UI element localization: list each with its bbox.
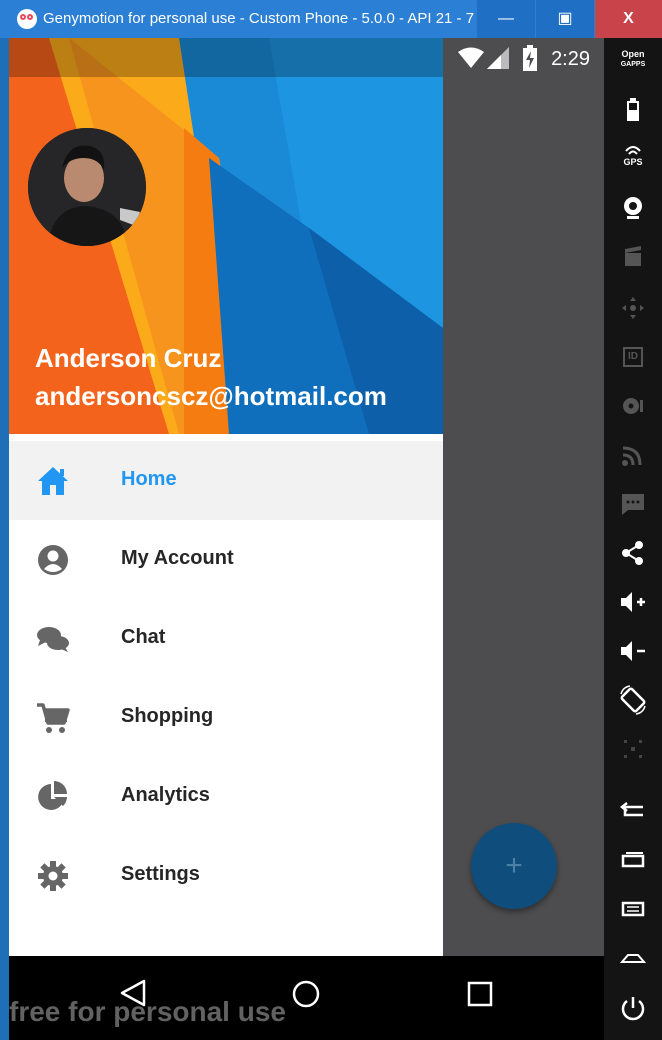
genymotion-toolbar: Open GAPPS GPS ID: [604, 38, 662, 1040]
menu-item-settings[interactable]: Settings: [9, 836, 443, 915]
home-toolbar-icon[interactable]: [613, 938, 653, 978]
menu-item-label: My Account: [121, 547, 234, 569]
webcam-icon[interactable]: [613, 188, 653, 228]
profile-avatar[interactable]: [28, 128, 146, 246]
menu-item-shopping[interactable]: Shopping: [9, 678, 443, 757]
volume-up-icon[interactable]: [613, 582, 653, 622]
gear-icon: [38, 861, 68, 891]
clock: 2:29: [551, 48, 590, 70]
shopping-cart-icon: [37, 703, 70, 733]
battery-charging-icon: [523, 45, 537, 71]
menu-item-home[interactable]: Home: [9, 441, 443, 520]
device-id-icon: ID: [623, 347, 643, 367]
open-gapps-label-top: Open: [621, 49, 645, 59]
share-icon[interactable]: [613, 533, 653, 573]
menu-item-chat[interactable]: Chat: [9, 599, 443, 678]
window-title: Genymotion for personal use - Custom Pho…: [43, 10, 475, 27]
window-title-bar: Genymotion for personal use - Custom Pho…: [0, 0, 662, 38]
home-icon: [38, 467, 68, 495]
watermark-text: free for personal use: [9, 996, 286, 1027]
minimize-button[interactable]: —: [477, 0, 535, 38]
chat-bubbles-icon: [37, 627, 69, 652]
volume-down-icon[interactable]: [613, 631, 653, 671]
recent-apps-toolbar-icon[interactable]: [613, 840, 653, 880]
menu-item-my-account[interactable]: My Account: [9, 520, 443, 599]
menu-item-label: Analytics: [121, 784, 210, 806]
open-gapps-label-bottom: GAPPS: [620, 61, 646, 68]
screencast-icon[interactable]: [613, 238, 653, 278]
disk-icon[interactable]: [613, 386, 653, 426]
device-id-button[interactable]: ID: [613, 337, 653, 377]
pixel-perfect-icon[interactable]: [613, 729, 653, 769]
menu-item-label: Home: [121, 468, 177, 490]
navigation-drawer: Anderson Cruz andersoncscz@hotmail.com H…: [9, 38, 443, 956]
menu-item-label: Shopping: [121, 705, 214, 727]
menu-item-label: Chat: [121, 626, 166, 648]
home-nav-button[interactable]: [292, 980, 320, 1008]
account-circle-icon: [38, 545, 68, 575]
close-button[interactable]: X: [595, 0, 662, 38]
cell-signal-icon: [487, 47, 509, 69]
sms-icon[interactable]: [613, 484, 653, 524]
recents-nav-button[interactable]: [467, 981, 493, 1007]
power-icon[interactable]: [613, 988, 653, 1028]
gps-button[interactable]: GPS: [613, 139, 653, 179]
menu-item-label: Settings: [121, 863, 200, 885]
wifi-icon: [458, 47, 484, 68]
add-fab-button[interactable]: +: [471, 823, 557, 909]
cast-icon[interactable]: [613, 435, 653, 475]
genymotion-logo-icon: [17, 9, 37, 29]
rotate-icon[interactable]: [613, 680, 653, 720]
dpad-icon[interactable]: [613, 288, 653, 328]
status-bar: 2:29: [9, 38, 604, 77]
pie-chart-icon: [38, 781, 67, 810]
user-name: Anderson Cruz: [35, 343, 222, 373]
menu-toolbar-icon[interactable]: [613, 889, 653, 929]
user-email: andersoncscz@hotmail.com: [35, 381, 387, 411]
back-toolbar-icon[interactable]: [613, 791, 653, 831]
gps-icon: [625, 146, 641, 155]
battery-icon[interactable]: [613, 90, 653, 130]
drawer-header: Anderson Cruz andersoncscz@hotmail.com: [9, 38, 443, 434]
open-gapps-button[interactable]: Open GAPPS: [613, 50, 653, 90]
phone-screen: Anderson Cruz andersoncscz@hotmail.com H…: [9, 38, 604, 956]
menu-item-analytics[interactable]: Analytics: [9, 757, 443, 836]
maximize-button[interactable]: ▣: [536, 0, 594, 38]
